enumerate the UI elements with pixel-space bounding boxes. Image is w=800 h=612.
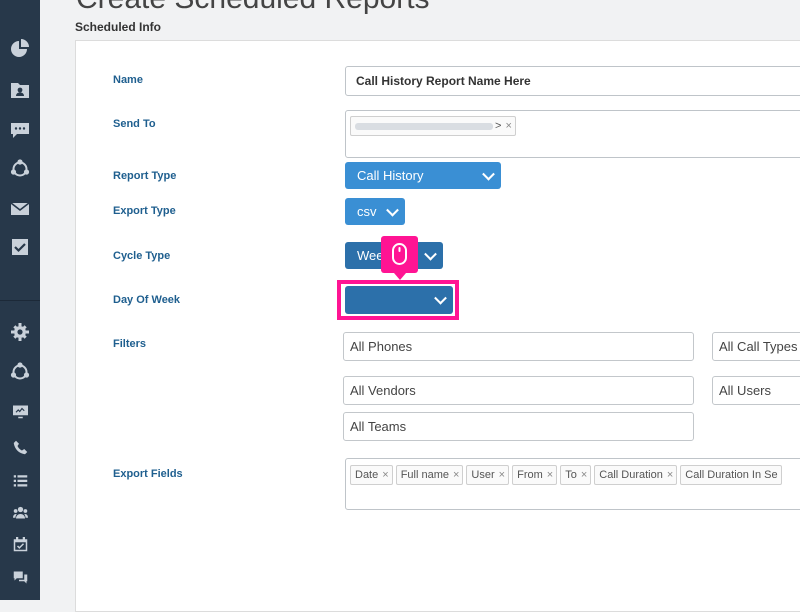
users-filter[interactable]: All Users [712, 376, 800, 405]
export-fields-field[interactable]: Date × Full name × User × From × To × Call Du… [345, 458, 800, 510]
recipient-tag-suffix: > [495, 120, 502, 132]
cycle-type-value: Wee [357, 248, 384, 263]
network-icon[interactable] [9, 361, 31, 383]
monitor-icon[interactable] [9, 400, 31, 422]
section-heading: Scheduled Info [75, 20, 162, 34]
export-field-tag: Date × [350, 465, 393, 485]
cycle-type-label: Cycle Type [113, 250, 171, 262]
remove-recipient-icon[interactable]: × [505, 120, 511, 132]
send-to-label: Send To [113, 118, 156, 130]
list-icon[interactable] [9, 469, 31, 491]
calendar-check-icon[interactable] [9, 533, 31, 555]
sidebar [0, 0, 40, 600]
export-field-tag-label: Full name [400, 469, 449, 481]
chat-bubbles-icon[interactable] [9, 566, 31, 588]
users-icon[interactable] [9, 501, 31, 523]
export-field-tags: Date × Full name × User × From × To × Call Du… [350, 465, 785, 485]
phone-icon[interactable] [9, 436, 31, 458]
export-field-tag-label: Date [355, 469, 379, 481]
mail-icon[interactable] [9, 198, 31, 220]
export-field-tag-label: Call Duration In Se [685, 469, 778, 481]
export-fields-label: Export Fields [113, 468, 183, 480]
redacted-email [355, 122, 493, 130]
contacts-folder-icon[interactable] [9, 79, 31, 101]
remove-tag-icon[interactable]: × [581, 469, 587, 481]
chevron-down-icon [482, 167, 495, 181]
report-type-select[interactable]: Call History [345, 162, 501, 189]
page-title: Create Scheduled Reports [76, 0, 430, 16]
export-field-tag-label: To [565, 469, 577, 481]
remove-tag-icon[interactable]: × [667, 469, 673, 481]
export-type-label: Export Type [113, 205, 176, 217]
export-field-tag: From × [512, 465, 558, 485]
chevron-down-icon [386, 203, 399, 217]
click-highlight [337, 280, 459, 320]
export-type-select[interactable]: csv [345, 198, 405, 225]
vendors-filter[interactable]: All Vendors [343, 376, 694, 405]
name-field[interactable]: Call History Report Name Here [345, 66, 800, 96]
remove-tag-icon[interactable]: × [547, 469, 553, 481]
chat-icon[interactable] [9, 119, 31, 141]
report-type-label: Report Type [113, 170, 177, 182]
export-field-tag: Call Duration × [594, 465, 678, 485]
remove-tag-icon[interactable]: × [382, 469, 388, 481]
chevron-down-icon [424, 247, 437, 261]
recipient-tag: > × [350, 116, 516, 136]
export-field-tag: User × [466, 465, 510, 485]
filters-label: Filters [113, 338, 147, 350]
network-icon[interactable] [9, 158, 31, 180]
teams-filter[interactable]: All Teams [343, 412, 694, 441]
name-label: Name [113, 74, 143, 86]
export-type-value: csv [357, 204, 377, 219]
day-of-week-label: Day Of Week [113, 294, 181, 306]
check-square-icon[interactable] [9, 236, 31, 258]
phones-filter[interactable]: All Phones [343, 332, 694, 361]
mouse-icon [392, 243, 407, 265]
gear-icon[interactable] [9, 321, 31, 343]
export-field-tag-label: Call Duration [599, 469, 663, 481]
export-field-tag: Call Duration In Se [680, 465, 782, 485]
call-types-filter[interactable]: All Call Types [712, 332, 800, 361]
export-field-tag: Full name × [395, 465, 464, 485]
remove-tag-icon[interactable]: × [499, 469, 505, 481]
export-field-tag: To × [560, 465, 592, 485]
pie-chart-icon[interactable] [9, 38, 31, 60]
sidebar-divider [0, 300, 40, 301]
remove-tag-icon[interactable]: × [453, 469, 459, 481]
mouse-indicator [381, 236, 418, 280]
report-type-value: Call History [357, 168, 424, 183]
export-field-tag-label: From [517, 469, 543, 481]
send-to-field[interactable]: > × [345, 110, 800, 158]
export-field-tag-label: User [471, 469, 495, 481]
